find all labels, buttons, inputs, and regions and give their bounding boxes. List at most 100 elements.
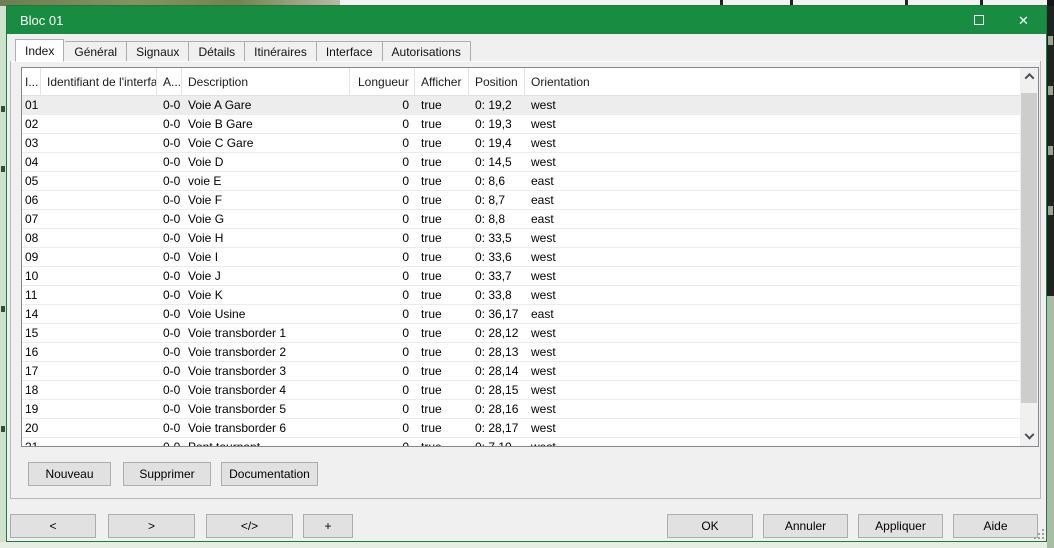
table-cell: 0-0 bbox=[157, 134, 182, 152]
table-cell: Voie G bbox=[182, 210, 350, 228]
column-header-i[interactable]: I... bbox=[22, 68, 41, 95]
table-row[interactable]: 110-0Voie K0true0: 33,8west bbox=[22, 286, 1020, 305]
table-row[interactable]: 060-0Voie F0true0: 8,7east bbox=[22, 191, 1020, 210]
table-row[interactable]: 170-0Voie transborder 30true0: 28,14west bbox=[22, 362, 1020, 381]
column-header-longueur[interactable]: Longueur bbox=[350, 68, 415, 95]
background-mark bbox=[1048, 86, 1053, 95]
table-cell: west bbox=[525, 153, 1020, 171]
tab-index[interactable]: Index bbox=[15, 39, 64, 62]
table-body: 010-0Voie A Gare0true0: 19,2west020-0Voi… bbox=[22, 96, 1020, 446]
table-cell: 0: 7,10 bbox=[469, 438, 525, 446]
table-row[interactable]: 150-0Voie transborder 10true0: 28,12west bbox=[22, 324, 1020, 343]
table-cell: 0 bbox=[350, 115, 415, 133]
tab-details[interactable]: Détails bbox=[189, 41, 245, 62]
table-cell: 19 bbox=[22, 400, 41, 418]
column-header-description[interactable]: Description bbox=[182, 68, 350, 95]
table-cell: 14 bbox=[22, 305, 41, 323]
tab-autorisations[interactable]: Autorisations bbox=[383, 41, 471, 62]
titlebar[interactable]: Bloc 01 ✕ bbox=[7, 6, 1046, 34]
table-row[interactable]: 100-0Voie J0true0: 33,7west bbox=[22, 267, 1020, 286]
background-mark bbox=[1048, 36, 1053, 45]
column-header-afficher[interactable]: Afficher bbox=[415, 68, 469, 95]
table-cell: 06 bbox=[22, 191, 41, 209]
appliquer-button[interactable]: Appliquer bbox=[858, 514, 943, 538]
table-row[interactable]: 190-0Voie transborder 50true0: 28,16west bbox=[22, 400, 1020, 419]
scroll-down-button[interactable] bbox=[1020, 429, 1038, 446]
table-cell bbox=[41, 115, 157, 133]
column-header-position[interactable]: Position bbox=[469, 68, 525, 95]
table-cell bbox=[41, 134, 157, 152]
tab-itineraires[interactable]: Itinéraires bbox=[245, 41, 317, 62]
documentation-button[interactable]: Documentation bbox=[221, 462, 318, 486]
table-cell: Pont tournant bbox=[182, 438, 350, 446]
table-row[interactable]: 040-0Voie D0true0: 14,5west bbox=[22, 153, 1020, 172]
nouveau-button[interactable]: Nouveau bbox=[28, 462, 111, 486]
scroll-up-button[interactable] bbox=[1020, 68, 1038, 85]
xml-code-button[interactable]: </> bbox=[206, 514, 293, 538]
screen: Bloc 01 ✕ Index Général Signaux Détails … bbox=[0, 0, 1054, 548]
supprimer-button[interactable]: Supprimer bbox=[123, 462, 211, 486]
previous-button[interactable]: < bbox=[10, 514, 96, 538]
background-mark bbox=[1048, 206, 1053, 215]
ok-button[interactable]: OK bbox=[667, 514, 753, 538]
tab-signaux[interactable]: Signaux bbox=[127, 41, 189, 62]
table-cell: 0: 28,16 bbox=[469, 400, 525, 418]
close-icon: ✕ bbox=[1018, 14, 1029, 27]
table-cell: true bbox=[415, 305, 469, 323]
column-header-identifiant[interactable]: Identifiant de l'interface bbox=[41, 68, 157, 95]
table-row[interactable]: 090-0Voie I0true0: 33,6west bbox=[22, 248, 1020, 267]
table-cell: Voie transborder 5 bbox=[182, 400, 350, 418]
table-row[interactable]: 160-0Voie transborder 20true0: 28,13west bbox=[22, 343, 1020, 362]
next-button[interactable]: > bbox=[108, 514, 195, 538]
table-cell: true bbox=[415, 96, 469, 114]
table-row[interactable]: 050-0voie E0true0: 8,6east bbox=[22, 172, 1020, 191]
annuler-button[interactable]: Annuler bbox=[763, 514, 848, 538]
table-cell: 0 bbox=[350, 324, 415, 342]
table-cell: true bbox=[415, 419, 469, 437]
table-cell: 0-0 bbox=[157, 153, 182, 171]
table-cell: Voie C Gare bbox=[182, 134, 350, 152]
table-row[interactable]: 210-0Pont tournant0true0: 7,10west bbox=[22, 438, 1020, 446]
tab-interface[interactable]: Interface bbox=[317, 41, 383, 62]
table-cell: 0-0 bbox=[157, 191, 182, 209]
background-bottom-strip bbox=[0, 542, 1047, 548]
aide-button[interactable]: Aide bbox=[953, 514, 1038, 538]
plus-button[interactable]: + bbox=[303, 514, 353, 538]
column-header-orientation[interactable]: Orientation bbox=[525, 68, 1020, 95]
tab-general[interactable]: Général bbox=[65, 41, 127, 62]
table-row[interactable]: 030-0Voie C Gare0true0: 19,4west bbox=[22, 134, 1020, 153]
table-cell: 0: 33,5 bbox=[469, 229, 525, 247]
table-row[interactable]: 080-0Voie H0true0: 33,5west bbox=[22, 229, 1020, 248]
table-cell: 0-0 bbox=[157, 400, 182, 418]
vertical-scrollbar[interactable] bbox=[1020, 68, 1038, 446]
resize-grip[interactable] bbox=[1032, 527, 1044, 539]
column-header-a[interactable]: A... bbox=[157, 68, 182, 95]
table-row[interactable]: 180-0Voie transborder 40true0: 28,15west bbox=[22, 381, 1020, 400]
table-cell bbox=[41, 248, 157, 266]
table-cell: 0: 28,12 bbox=[469, 324, 525, 342]
table-cell: 11 bbox=[22, 286, 41, 304]
table-cell: true bbox=[415, 210, 469, 228]
maximize-icon bbox=[974, 15, 984, 25]
table-row[interactable]: 010-0Voie A Gare0true0: 19,2west bbox=[22, 96, 1020, 115]
table-cell: 0 bbox=[350, 210, 415, 228]
table-cell: true bbox=[415, 134, 469, 152]
table-row[interactable]: 020-0Voie B Gare0true0: 19,3west bbox=[22, 115, 1020, 134]
table-cell: west bbox=[525, 286, 1020, 304]
scrollbar-thumb[interactable] bbox=[1021, 93, 1037, 403]
table-cell: 0-0 bbox=[157, 115, 182, 133]
close-button[interactable]: ✕ bbox=[1001, 6, 1046, 34]
table-row[interactable]: 070-0Voie G0true0: 8,8east bbox=[22, 210, 1020, 229]
table-cell: 0 bbox=[350, 362, 415, 380]
table-cell: Voie H bbox=[182, 229, 350, 247]
tab-bar: Index Général Signaux Détails Itinéraire… bbox=[15, 39, 471, 62]
table-header: I... Identifiant de l'interface A... Des… bbox=[22, 68, 1020, 96]
table-row[interactable]: 200-0Voie transborder 60true0: 28,17west bbox=[22, 419, 1020, 438]
table-cell: 0-0 bbox=[157, 362, 182, 380]
table-cell: 0: 8,6 bbox=[469, 172, 525, 190]
maximize-button[interactable] bbox=[956, 6, 1001, 34]
table-cell: 0-0 bbox=[157, 172, 182, 190]
table-cell: east bbox=[525, 210, 1020, 228]
table-cell: 03 bbox=[22, 134, 41, 152]
table-row[interactable]: 140-0Voie Usine0true0: 36,17east bbox=[22, 305, 1020, 324]
